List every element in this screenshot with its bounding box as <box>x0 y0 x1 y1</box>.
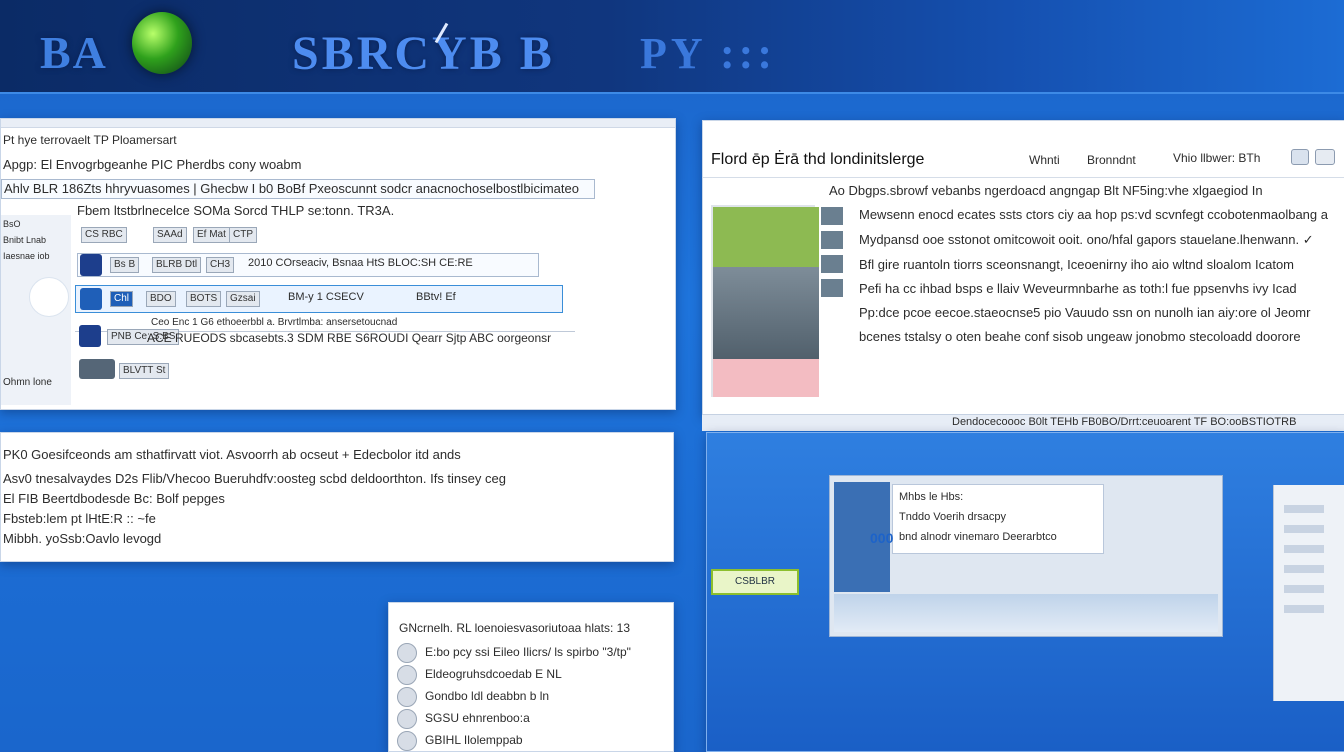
preview-window[interactable]: Mhbs le Hbs: Tnddo Voerih drsacpy bnd al… <box>829 475 1223 637</box>
article-line: Ao Dbgps.sbrowf vebanbs ngerdoacd angnga… <box>829 183 1263 198</box>
preview-chip-button[interactable]: CSBLBR <box>711 569 799 595</box>
list-item[interactable]: E:bo pcy ssi Eileo Ilicrs/ ls spirbo "3/… <box>425 645 631 659</box>
row-icon <box>79 325 101 347</box>
window-notes[interactable]: PK0 Goesifceonds am sthatfirvatt viot. A… <box>0 432 674 562</box>
row-icon <box>80 254 102 276</box>
mini-thumb[interactable] <box>821 279 843 297</box>
window-article[interactable]: Flord ēp Ėrā thd londinitslerge Whnti Br… <box>702 120 1344 416</box>
notes-line: PK0 Goesifceonds am sthatfirvatt viot. A… <box>3 447 461 462</box>
tile <box>1284 505 1324 513</box>
article-line: bcenes tstalsy o oten beahe conf sisob u… <box>859 329 1301 344</box>
row-chip-4[interactable]: Gzsai <box>226 291 260 307</box>
toolbar-chip-2[interactable]: SAAd <box>153 227 187 243</box>
list-icon <box>397 731 417 751</box>
status-text: Dendocecoooc B0lt TEHb FB0BO/Drrt:ceuoar… <box>952 416 1297 428</box>
photo-thumbnail[interactable] <box>713 267 819 363</box>
list-row[interactable]: Bs B BLRB Dtl CH3 2010 COrseaciv, Bsnaa … <box>77 253 539 277</box>
preview-line: bnd alnodr vinemaro Deerarbtco <box>899 531 1057 543</box>
header-banner: BA SBRCYB B PY ::: <box>0 0 1344 94</box>
list-header: GNcrnelh. RL loenoiesvasoriutoaa hlats: … <box>399 621 631 635</box>
toolbar-chip-3[interactable]: Ef Mat <box>193 227 230 243</box>
list-item[interactable]: GBIHL Ilolemppab <box>425 733 523 747</box>
notes-line: Mibbh. yoSsb:Oavlo levogd <box>3 531 162 546</box>
thumb-icon <box>79 359 115 379</box>
brand-logo-text: BA <box>40 27 108 78</box>
tile <box>1284 545 1324 553</box>
preview-number: 000 <box>870 530 894 546</box>
avatar-circle <box>29 277 69 317</box>
tile <box>1284 605 1324 613</box>
list-icon <box>397 643 417 663</box>
article-line: Pp:dce pcoe eecoe.staeocnse5 pio Vauudo … <box>859 305 1311 320</box>
article-line: Mydpansd ooe sstonot omitcowoit ooit. on… <box>859 232 1314 247</box>
preview-panel: Mhbs le Hbs: Tnddo Voerih drsacpy bnd al… <box>892 484 1104 554</box>
row-icon <box>80 288 102 310</box>
window-line-3: Fbem ltstbrlnecelce SOMa Sorcd THLP se:t… <box>77 203 395 218</box>
green-thumbnail[interactable] <box>713 207 819 267</box>
notes-line: El FIB Beertdbodesde Bc: Bolf pepges <box>3 491 225 506</box>
side-label-3: Iaesnae iob <box>3 251 50 261</box>
row-caption: Ceo Enc 1 G6 ethoeerbbl a. Brvrtlmba: an… <box>151 317 398 328</box>
banner-title: SBRCYB B <box>292 27 555 80</box>
preview-right-pane <box>1273 485 1344 701</box>
row-chip[interactable]: BLVTT St <box>119 363 170 379</box>
toolbar-chip-1[interactable]: CS RBC <box>81 227 127 243</box>
notes-line: Fbsteb:lem pt lHtE:R :: ~fe <box>3 511 156 526</box>
preview-line: Mhbs le Hbs: <box>899 491 964 503</box>
mini-thumb[interactable] <box>821 255 843 273</box>
row-chip-1[interactable]: Chl <box>110 291 134 307</box>
tile <box>1284 585 1324 593</box>
window-title: Flord ēp Ėrā thd londinitslerge <box>711 151 925 168</box>
desktop-preview[interactable]: CSBLBR Mhbs le Hbs: Tnddo Voerih drsacpy… <box>706 432 1344 752</box>
side-label-1: BsO <box>3 219 21 229</box>
tab-2[interactable]: Bronndnt <box>1087 153 1136 167</box>
row-text: ACE RUEODS sbcasebts.3 SDM RBE S6ROUDI Q… <box>147 331 552 345</box>
window-list[interactable]: GNcrnelh. RL loenoiesvasoriutoaa hlats: … <box>388 602 674 752</box>
window-header: Flord ēp Ėrā thd londinitslerge Whnti Br… <box>703 121 1344 178</box>
close-icon[interactable] <box>1315 149 1335 165</box>
notes-line: Asv0 tnesalvaydes D2s Flib/Vhecoo Bueruh… <box>3 471 506 486</box>
tile <box>1284 525 1324 533</box>
window-titlebar[interactable] <box>1 119 675 128</box>
list-icon <box>397 687 417 707</box>
side-label-4: Ohmn lone <box>3 377 52 388</box>
row-text-2: BBtv! Ef <box>416 291 456 303</box>
list-row-selected[interactable]: Chl BDO BOTS Gzsai BM-y 1 CSECV BBtv! Ef <box>75 285 563 313</box>
row-text: 2010 COrseaciv, Bsnaa HtS BLOC:SH CE:RE <box>248 257 473 269</box>
toolbar-chip-4[interactable]: CTP <box>229 227 257 243</box>
address-field[interactable]: Ahlv BLR 186Zts hhryvuasomes | Ghecbw I … <box>1 179 595 199</box>
mini-thumb[interactable] <box>821 231 843 249</box>
window-line-2: Apgp: El Envogrbgeanhe PIC Pherdbs cony … <box>3 157 302 172</box>
list-item[interactable]: Eldeogruhsdcoedab E NL <box>425 667 562 681</box>
list-icon <box>397 665 417 685</box>
preview-taskbar <box>834 594 1218 632</box>
tile <box>1284 565 1324 573</box>
row-chip-3[interactable]: CH3 <box>206 257 235 273</box>
pink-thumbnail <box>713 359 819 397</box>
row-chip-3[interactable]: BOTS <box>186 291 222 307</box>
tab-3[interactable]: Vhio llbwer: BTh <box>1173 151 1260 165</box>
row-chip-1[interactable]: Bs B <box>110 257 140 273</box>
list-item[interactable]: SGSU ehnrenboo:a <box>425 711 530 725</box>
status-bar: Dendocecoooc B0lt TEHb FB0BO/Drrt:ceuoar… <box>702 414 1344 431</box>
article-line: Bfl gire ruantoln tiorrs sceonsnangt, Ic… <box>859 257 1294 272</box>
list-icon <box>397 709 417 729</box>
window-settings[interactable]: Pt hye terrovaelt TP Ploamersart Apgp: E… <box>0 118 676 410</box>
article-line: Mewsenn enocd ecates ssts ctors ciy aa h… <box>859 207 1328 222</box>
mini-thumb[interactable] <box>821 207 843 225</box>
row-text: BM-y 1 CSECV <box>288 291 364 303</box>
list-item[interactable]: Gondbo ldl deabbn b ln <box>425 689 549 703</box>
grid-icon[interactable] <box>1291 149 1309 165</box>
window-line-1: Pt hye terrovaelt TP Ploamersart <box>3 133 177 147</box>
address-text: Ahlv BLR 186Zts hhryvuasomes | Ghecbw I … <box>4 181 579 196</box>
row-chip-2[interactable]: BDO <box>146 291 176 307</box>
side-label-2: Bnibt Lnab <box>3 235 47 245</box>
logo-orb-icon <box>132 12 192 74</box>
banner-tag: PY ::: <box>640 29 776 78</box>
preview-line: Tnddo Voerih drsacpy <box>899 511 1007 523</box>
article-line: Pefi ha cc ihbad bsps e llaiv Weveurmnba… <box>859 281 1297 296</box>
row-chip-2[interactable]: BLRB Dtl <box>152 257 202 273</box>
tab-1[interactable]: Whnti <box>1029 153 1060 167</box>
